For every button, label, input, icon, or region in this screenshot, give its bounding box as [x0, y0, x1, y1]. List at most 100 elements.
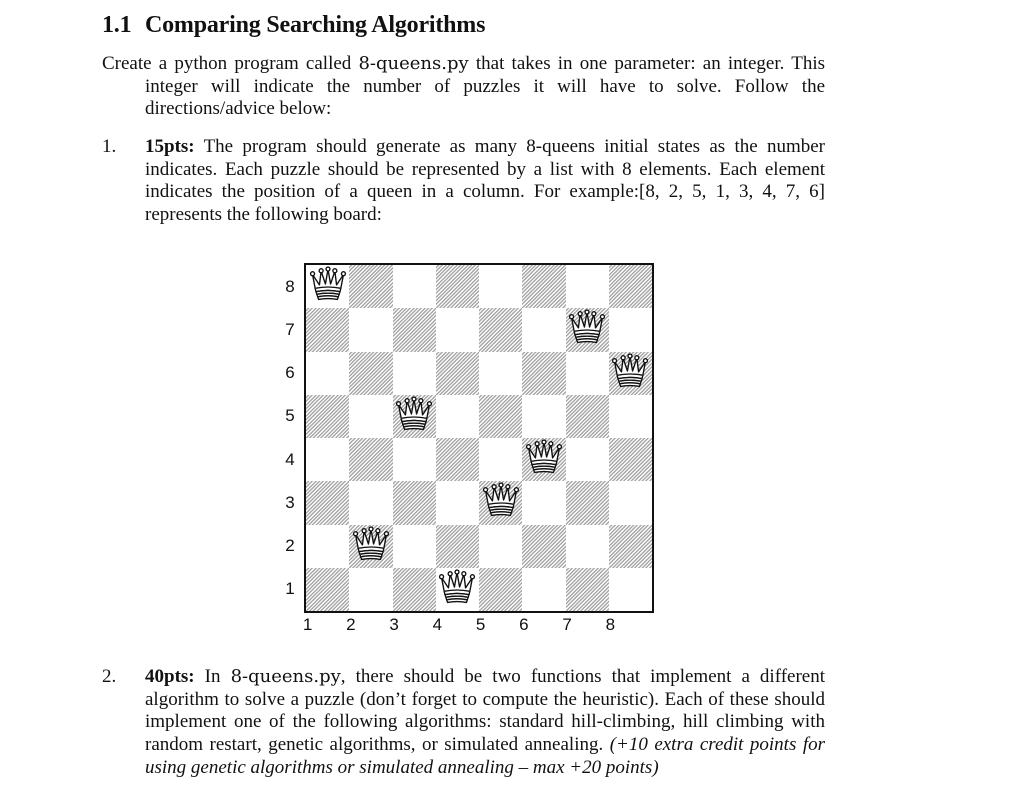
board-square	[349, 438, 393, 482]
board-square	[565, 438, 609, 482]
queen-icon	[309, 266, 347, 307]
intro-paragraph: Create a python program called 8-queens.…	[102, 53, 825, 121]
board-square	[522, 351, 566, 395]
points-label: 15pts:	[145, 136, 195, 157]
board-square	[435, 524, 479, 568]
queen-icon	[352, 525, 390, 567]
file-label: 6	[519, 615, 529, 634]
file-label: 7	[562, 615, 572, 634]
file-label: 2	[346, 615, 356, 634]
queen-icon	[395, 396, 433, 437]
board-square	[479, 481, 523, 525]
file-label: 8	[605, 615, 616, 634]
board-square	[522, 567, 566, 611]
board-square	[608, 308, 652, 352]
board-square	[392, 481, 436, 525]
board-square	[565, 351, 609, 395]
board-square	[479, 351, 523, 395]
points-label: 40pts:	[145, 666, 195, 687]
board-square	[392, 351, 436, 395]
board-square	[349, 481, 393, 525]
queen-icon	[568, 309, 606, 350]
board-square	[306, 524, 350, 568]
board-square	[306, 481, 350, 525]
board-square	[306, 308, 350, 352]
list-marker: 1.	[102, 136, 117, 157]
board-square	[565, 308, 609, 352]
item-text: The program should generate as many 8-qu…	[145, 136, 825, 226]
board-square	[435, 308, 479, 352]
board-square	[435, 481, 479, 525]
section-title: Comparing Searching Algorithms	[145, 12, 486, 38]
board-square	[435, 351, 479, 395]
board-square	[522, 394, 566, 438]
board-square	[306, 438, 350, 482]
board-square	[392, 394, 436, 438]
board-square	[392, 265, 436, 309]
queen-icon	[482, 482, 520, 523]
board-square	[392, 308, 436, 352]
queen-icon	[611, 352, 649, 394]
board-square	[608, 481, 652, 525]
file-label: 5	[475, 615, 486, 634]
board-square	[349, 524, 393, 568]
section-heading: 1.1 Comparing Searching Algorithms	[102, 12, 485, 39]
board-square	[349, 394, 393, 438]
section-number: 1.1	[102, 12, 132, 38]
board-square	[608, 567, 652, 611]
board-square	[479, 567, 523, 611]
board-square	[608, 351, 652, 395]
board-square	[392, 438, 436, 482]
rank-label: 8	[285, 276, 295, 296]
board-square	[608, 265, 652, 309]
board-square	[479, 524, 523, 568]
queen-icon	[525, 439, 563, 480]
board-square	[565, 524, 609, 568]
board-square	[435, 265, 479, 309]
list-item-1: 1. 15pts: The program should generate as…	[102, 136, 825, 227]
file-label: 1	[302, 615, 313, 634]
board-square	[522, 438, 566, 482]
board-square	[435, 438, 479, 482]
chess-board-figure: 8 7 6 5 4 3 2 1 1 2 3 4 5 6 7 8	[270, 255, 670, 645]
item-filename: 8-queens.py	[230, 666, 341, 687]
rank-label: 2	[285, 536, 295, 556]
board-square	[608, 524, 652, 568]
board-square	[349, 308, 393, 352]
board-square	[306, 351, 350, 395]
intro-text-before: Create a python program called	[102, 53, 359, 74]
chess-board	[304, 263, 654, 613]
board-square	[522, 265, 566, 309]
board-square	[306, 567, 350, 611]
rank-label: 6	[285, 363, 295, 383]
board-square	[522, 308, 566, 352]
board-square	[349, 265, 393, 309]
board-square	[608, 394, 652, 438]
board-square	[349, 351, 393, 395]
board-square	[479, 265, 523, 309]
file-label: 3	[389, 615, 399, 634]
queen-icon	[438, 569, 476, 610]
board-square	[349, 567, 393, 611]
file-label: 4	[432, 615, 443, 634]
board-square	[392, 567, 436, 611]
board-square	[479, 438, 523, 482]
board-square	[565, 567, 609, 611]
rank-label: 3	[285, 492, 295, 512]
board-square	[608, 438, 652, 482]
list-item-2: 2. 40pts: In 8-queens.py, there should b…	[102, 666, 825, 780]
list-marker: 2.	[102, 666, 117, 687]
board-square	[522, 481, 566, 525]
board-square	[565, 394, 609, 438]
board-square	[435, 394, 479, 438]
rank-label: 4	[285, 449, 295, 469]
board-square	[565, 265, 609, 309]
rank-label: 1	[285, 579, 295, 599]
rank-label: 5	[285, 406, 295, 426]
board-square	[479, 308, 523, 352]
board-square	[306, 265, 350, 309]
rank-label: 7	[285, 319, 295, 339]
board-square	[565, 481, 609, 525]
intro-filename: 8-queens.py	[358, 53, 469, 74]
item-text-before: In	[194, 666, 231, 687]
